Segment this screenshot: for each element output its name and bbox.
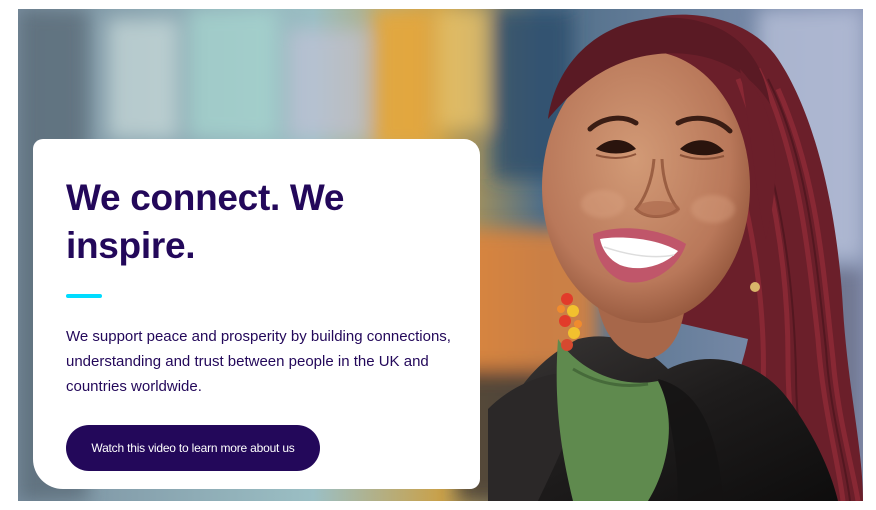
promo-card: We connect. We inspire. We support peace… bbox=[33, 139, 480, 489]
watch-video-button[interactable]: Watch this video to learn more about us bbox=[66, 425, 320, 471]
hero-description: We support peace and prosperity by build… bbox=[66, 328, 451, 395]
hero-banner: We connect. We inspire. We support peace… bbox=[18, 9, 863, 501]
accent-divider bbox=[66, 294, 102, 298]
hero-headline: We connect. We inspire. bbox=[66, 177, 345, 266]
